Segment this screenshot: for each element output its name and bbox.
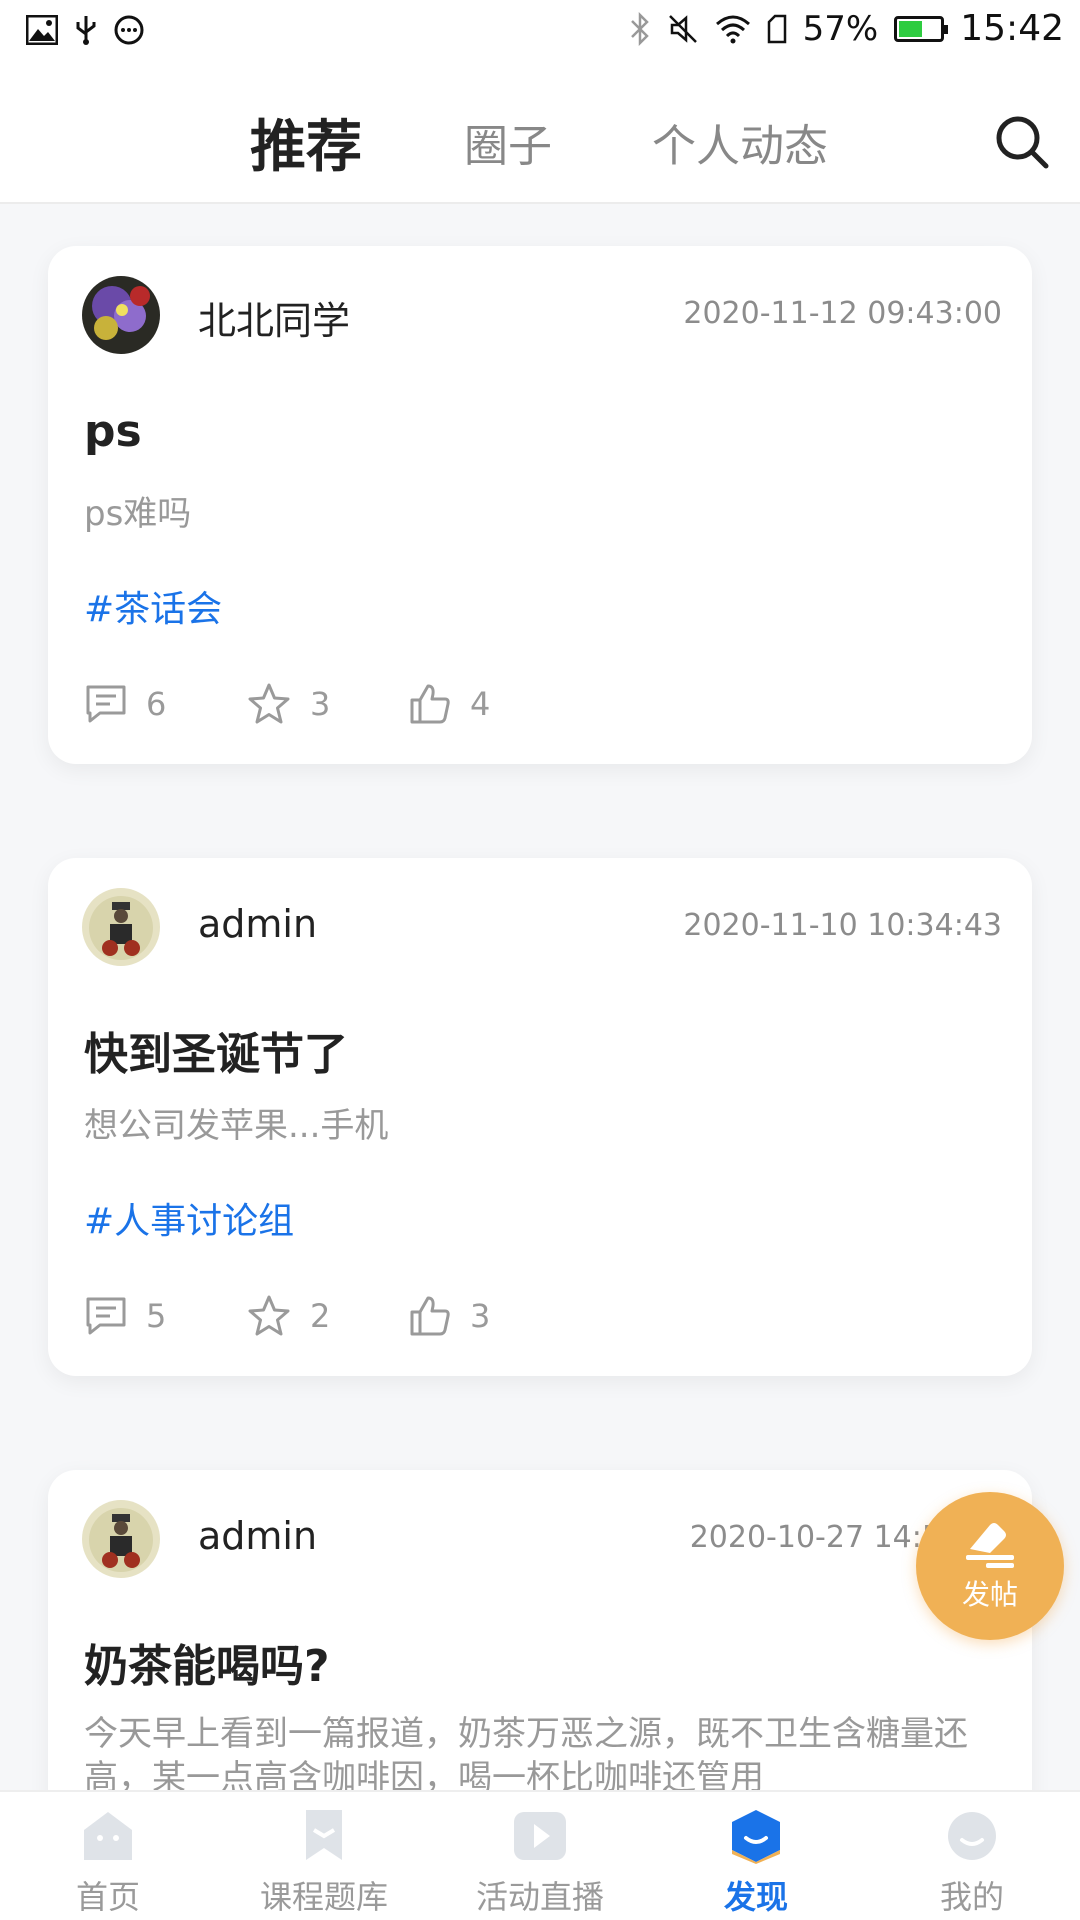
play-icon [514,1812,566,1860]
favorite-button[interactable]: 2 [246,1294,408,1338]
discover-icon [732,1810,780,1864]
home-icon [84,1812,132,1860]
wifi-icon [715,14,751,44]
avatar[interactable] [82,276,160,354]
avatar[interactable] [82,888,160,966]
like-button[interactable]: 4 [408,682,570,726]
tab-personal-feed[interactable]: 个人动态 [652,110,828,174]
new-post-label: 发帖 [961,1578,1018,1611]
post-time: 2020-11-12 09:43:00 [683,296,1002,331]
post-title[interactable]: ps [84,406,142,457]
post-actions: 6 3 4 [84,682,570,726]
like-count: 4 [470,685,491,723]
usb-icon [74,14,98,46]
comment-count: 5 [146,1297,167,1335]
tab-recommend[interactable]: 推荐 [250,102,362,183]
bookmark-icon [306,1810,342,1860]
clock: 15:42 [960,8,1064,49]
post-time: 2020-11-10 10:34:43 [683,908,1002,943]
avatar[interactable] [82,1500,160,1578]
image-notification-icon [26,15,58,45]
comment-count: 6 [146,685,167,723]
nav-home[interactable]: 首页 [0,1792,216,1920]
favorite-count: 2 [310,1297,331,1335]
post-excerpt: 想公司发苹果...手机 [84,1106,389,1146]
search-button[interactable] [992,112,1052,172]
nav-label: 活动直播 [475,1878,604,1916]
thumbs-up-icon [410,1296,450,1336]
nav-label: 发现 [723,1878,788,1916]
favorite-button[interactable]: 3 [246,682,408,726]
thumbs-up-icon [410,684,450,724]
nav-label: 课程题库 [259,1878,388,1916]
post-title[interactable]: 快到圣诞节了 [84,1018,348,1082]
battery-percent: 57% [802,8,879,49]
post-excerpt: 今天早上看到一篇报道，奶茶万恶之源，既不卫生含糖量还高，某一点高含咖啡因，喝一杯… [84,1714,968,1790]
post-actions: 5 2 3 [84,1294,570,1338]
bottom-navigation: 首页 课程题库 活动直播 发现 我的 [0,1790,1080,1920]
post-card[interactable]: admin 2020-11-10 10:34:43 快到圣诞节了 想公司发苹果.… [48,858,1032,1376]
profile-icon [948,1812,996,1860]
username[interactable]: 北北同学 [198,290,350,345]
sim-icon [767,14,787,44]
like-button[interactable]: 3 [408,1294,570,1338]
post-title[interactable]: 奶茶能喝吗? [84,1630,330,1694]
tab-circles[interactable]: 圈子 [464,110,552,174]
post-excerpt: ps难吗 [84,494,192,534]
more-notification-icon [114,15,144,45]
status-bar: 57% 15:42 [0,0,1080,62]
post-card[interactable]: admin 2020-10-27 14:56:?? 奶茶能喝吗? 今天早上看到一… [48,1470,1032,1790]
username[interactable]: admin [198,1514,317,1558]
comment-icon [86,685,126,723]
search-icon [996,116,1049,169]
edit-icon [966,1523,1014,1568]
top-tab-bar: 推荐 圈子 个人动态 [0,62,1080,204]
topic-tag[interactable]: #茶话会 [84,580,222,632]
mute-icon [667,13,699,45]
favorite-count: 3 [310,685,331,723]
comment-button[interactable]: 6 [84,683,246,725]
nav-course-bank[interactable]: 课程题库 [216,1792,432,1920]
post-card[interactable]: 北北同学 2020-11-12 09:43:00 ps ps难吗 #茶话会 6 … [48,246,1032,764]
nav-label: 首页 [75,1878,140,1916]
battery-icon [894,15,949,42]
comment-button[interactable]: 5 [84,1295,246,1337]
username[interactable]: admin [198,902,317,946]
star-icon [248,683,290,724]
new-post-button[interactable]: 发帖 [916,1492,1064,1640]
bluetooth-icon [629,11,651,46]
star-icon [248,1295,290,1336]
nav-label: 我的 [939,1878,1004,1916]
nav-profile[interactable]: 我的 [864,1792,1080,1920]
like-count: 3 [470,1297,491,1335]
nav-live-events[interactable]: 活动直播 [432,1792,648,1920]
nav-discover[interactable]: 发现 [648,1792,864,1920]
topic-tag[interactable]: #人事讨论组 [84,1192,294,1244]
comment-icon [86,1297,126,1335]
